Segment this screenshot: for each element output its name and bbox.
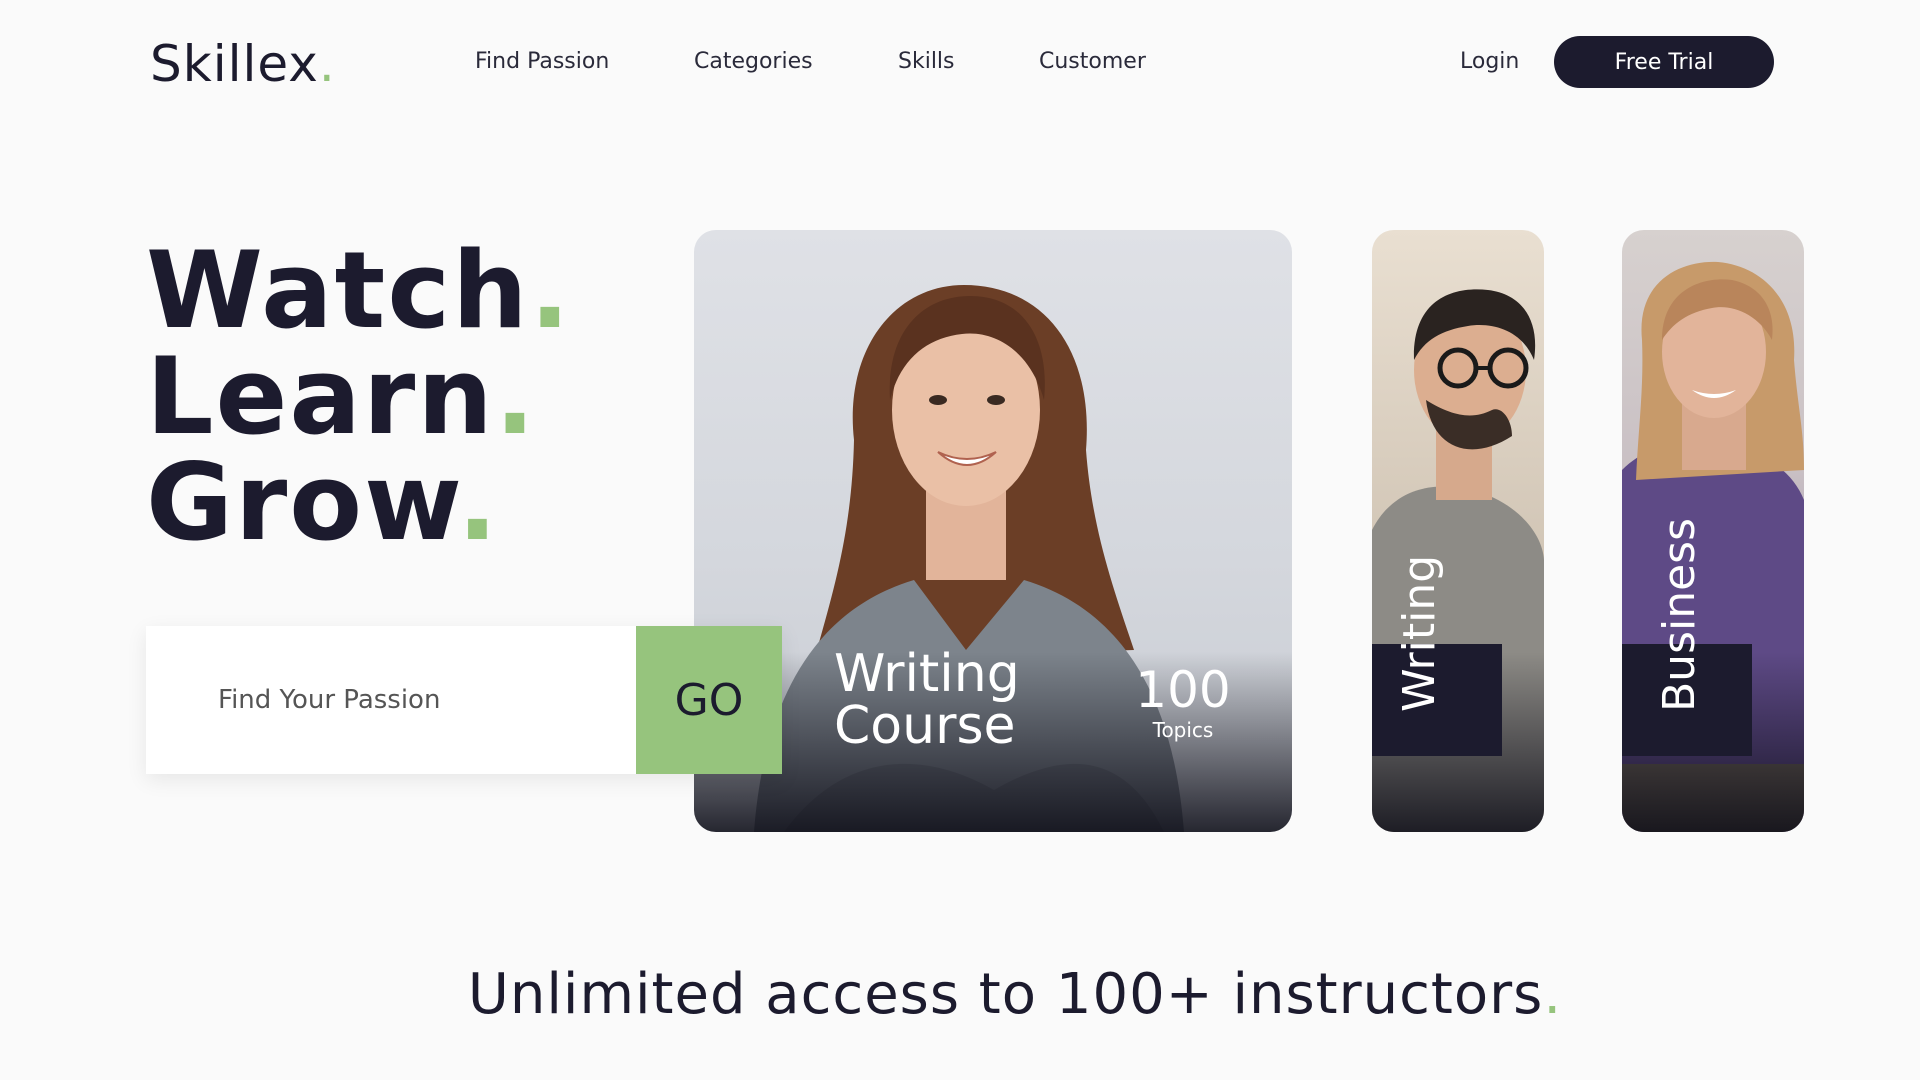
tagline-text: Unlimited access to 100+ instructors [467, 962, 1544, 1027]
logo-dot: . [318, 35, 336, 93]
landing-page: Skillex. Find Passion Categories Skills … [0, 0, 1920, 1080]
tagline: Unlimited access to 100+ instructors. [0, 962, 1920, 1027]
hero-dot: . [529, 229, 572, 352]
writing-category-card[interactable]: Writing [1372, 230, 1544, 832]
hero-line-grow: Grow. [146, 450, 572, 556]
hero-word-grow: Grow [146, 441, 458, 564]
free-trial-button[interactable]: Free Trial [1554, 36, 1774, 88]
tagline-dot: . [1543, 962, 1563, 1027]
business-category-card[interactable]: Business [1622, 230, 1804, 832]
search-input[interactable] [146, 626, 636, 774]
hero-word-watch: Watch [146, 229, 530, 352]
topics-label: Topics [1152, 718, 1214, 742]
hero-line-learn: Learn. [146, 344, 572, 450]
category-label-business: Business [1654, 517, 1705, 712]
logo[interactable]: Skillex. [150, 34, 336, 94]
search-box: GO [146, 626, 782, 774]
category-label-writing: Writing [1394, 554, 1445, 712]
hero-headline: Watch. Learn. Grow. [146, 238, 572, 556]
course-title-line2: Course [834, 696, 1016, 756]
nav-find-passion[interactable]: Find Passion [475, 46, 609, 78]
nav-customer[interactable]: Customer [1039, 46, 1146, 78]
go-button[interactable]: GO [636, 626, 782, 774]
hero-line-watch: Watch. [146, 238, 572, 344]
topics-count: 100 [1135, 661, 1231, 719]
nav-categories[interactable]: Categories [694, 46, 813, 78]
hero-dot: . [457, 441, 500, 564]
nav-skills[interactable]: Skills [898, 46, 955, 78]
course-title-line1: Writing [834, 644, 1020, 704]
course-title: Writing Course [834, 648, 1094, 752]
login-link[interactable]: Login [1460, 46, 1519, 78]
hero-word-learn: Learn [146, 335, 495, 458]
hero-dot: . [494, 335, 537, 458]
writing-course-card[interactable]: Writing Course 100 Topics [694, 230, 1292, 832]
logo-text: Skillex [150, 35, 319, 93]
